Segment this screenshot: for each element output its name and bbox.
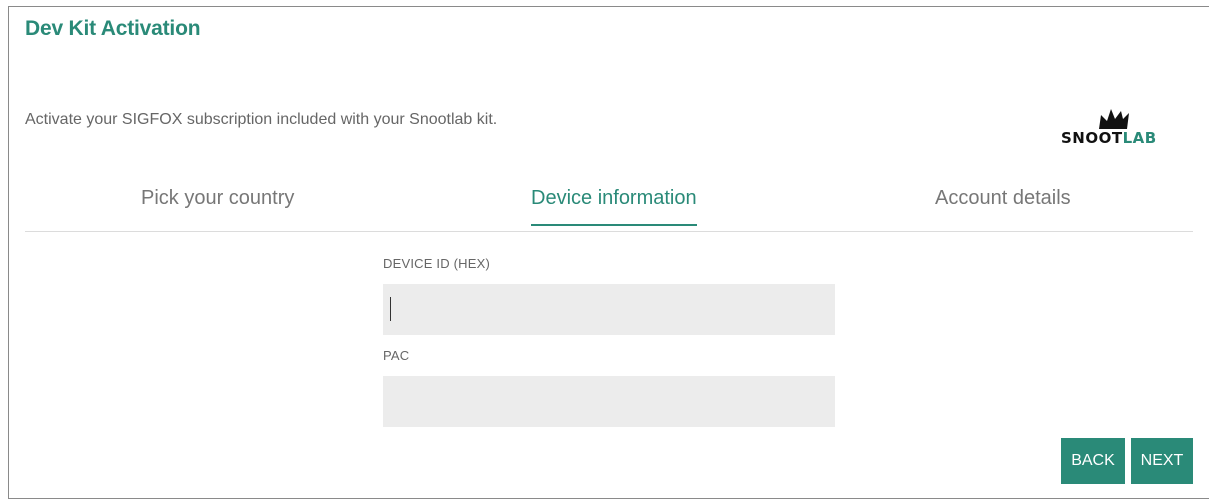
device-id-label: DEVICE ID (HEX) <box>383 256 491 271</box>
logo-text-lab: LAB <box>1122 129 1157 147</box>
tab-account-details[interactable]: Account details <box>935 187 1071 224</box>
tab-pick-country[interactable]: Pick your country <box>141 187 294 224</box>
wizard-steps: Pick your country Device information Acc… <box>25 175 1193 232</box>
logo-text-snoot: SNOOT <box>1061 129 1123 147</box>
next-button[interactable]: NEXT <box>1131 438 1193 484</box>
text-caret <box>390 297 391 321</box>
pac-input[interactable] <box>383 376 835 427</box>
page-subtitle: Activate your SIGFOX subscription includ… <box>25 111 498 128</box>
activation-panel: Dev Kit Activation Activate your SIGFOX … <box>8 6 1209 499</box>
page-title: Dev Kit Activation <box>25 17 201 40</box>
back-button[interactable]: BACK <box>1061 438 1125 484</box>
pac-label: PAC <box>383 348 410 363</box>
device-id-input[interactable] <box>383 284 835 335</box>
tab-device-information[interactable]: Device information <box>531 187 697 226</box>
logo-text: SNOOTLAB <box>1061 129 1157 147</box>
crown-icon <box>1099 109 1129 129</box>
snootlab-logo: SNOOTLAB <box>1061 107 1191 147</box>
